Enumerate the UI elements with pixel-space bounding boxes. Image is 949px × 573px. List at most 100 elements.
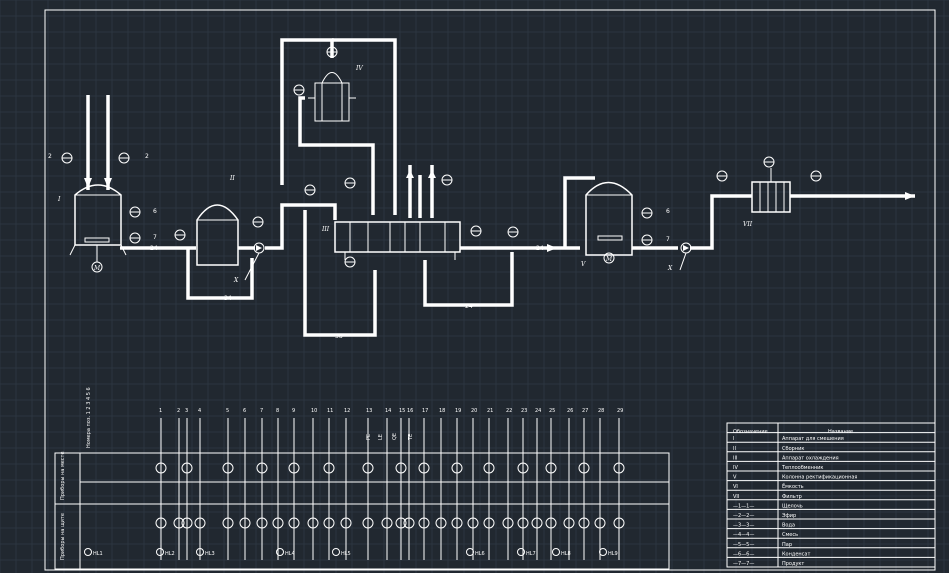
- table-column-number: 28: [598, 408, 604, 414]
- legend-code: VII: [733, 494, 739, 500]
- line-label-24b: 24: [465, 303, 473, 310]
- signal-lamp-label: HL5: [341, 551, 351, 557]
- line-label-2b: 2: [145, 153, 149, 160]
- signal-lamp-icon: [599, 548, 607, 556]
- table-column-number: 20: [471, 408, 477, 414]
- signal-lamp-icon: [466, 548, 474, 556]
- label-pump-1: X: [233, 277, 239, 284]
- signal-mark: LE: [378, 434, 384, 440]
- table-column-number: 26: [567, 408, 573, 414]
- signal-lamp-icon: [552, 548, 560, 556]
- label-V: V: [581, 261, 586, 268]
- label-III: III: [321, 226, 330, 233]
- table-column-number: 6: [243, 408, 246, 414]
- signal-lamp-label: HL4: [285, 551, 295, 557]
- line-label-38: 38: [335, 333, 343, 340]
- legend-name: Теплообменник: [781, 465, 823, 471]
- table-column-number: 9: [292, 408, 295, 414]
- svg-text:M: M: [605, 256, 613, 263]
- legend-name: Щелочь: [782, 503, 803, 509]
- table-column-number: 15: [399, 408, 405, 414]
- legend-code: I: [733, 436, 734, 442]
- legend-code: —2—2—: [733, 513, 754, 519]
- line-label-24c: 24: [536, 245, 544, 252]
- table-column-number: 5: [226, 408, 229, 414]
- table-column-number: 3: [185, 408, 188, 414]
- table-column-number: 1: [159, 408, 162, 414]
- table-column-number: 23: [521, 408, 527, 414]
- signal-lamp-label: HL6: [475, 551, 485, 557]
- table-column-number: 8: [276, 408, 279, 414]
- svg-text:M: M: [93, 265, 101, 272]
- table-column-number: 7: [260, 408, 263, 414]
- label-pump-2: X: [667, 265, 673, 272]
- signal-mark: PE: [366, 434, 372, 440]
- legend-code: —3—3—: [733, 523, 754, 529]
- equipment-filter-VII: VII: [743, 168, 791, 228]
- line-label-34: 34: [224, 295, 232, 302]
- cad-drawing-canvas: M I II X IV III M V X VII 24 34 38 24 24…: [0, 0, 949, 573]
- signal-mark: TE: [408, 434, 414, 441]
- signal-lamp-label: HL3: [205, 551, 215, 557]
- line-label-6b: 6: [666, 208, 670, 215]
- signal-lamp-label: HL7: [526, 551, 536, 557]
- signal-lamp-label: HL8: [561, 551, 571, 557]
- legend-code: —4—4—: [733, 532, 754, 538]
- background-grid: [0, 0, 949, 573]
- table-column-number: 22: [506, 408, 512, 414]
- legend-code: II: [733, 446, 736, 452]
- legend-code: —6—6—: [733, 551, 754, 557]
- legend-table: Обозначение Название I Аппарат для смешен…: [726, 422, 936, 568]
- equipment-heat-exchanger: III: [321, 221, 461, 260]
- equipment-mixer-I: M I: [57, 184, 127, 273]
- legend-name: Колонна ректификационная: [782, 475, 857, 481]
- table-header-numbers: Номера поз. 1 2 3 4 5 6: [86, 387, 92, 448]
- signal-lamp-label: HL1: [93, 551, 103, 557]
- equipment-collector-II: II: [196, 175, 239, 266]
- legend-code: IV: [733, 465, 738, 471]
- line-label-6: 6: [153, 208, 157, 215]
- table-column-number: 27: [582, 408, 588, 414]
- line-label-2: 2: [48, 153, 52, 160]
- legend-name: Ёмкость: [782, 483, 804, 490]
- legend-name: Аппарат для смешения: [782, 436, 844, 442]
- legend-code: —7—7—: [733, 561, 754, 567]
- line-label-24: 24: [150, 245, 158, 252]
- label-IV: IV: [355, 65, 363, 72]
- legend-header-name: Название: [828, 429, 853, 435]
- legend-name: Вода: [782, 523, 795, 529]
- table-column-number: 2: [177, 408, 180, 414]
- legend-name: Эфир: [782, 513, 796, 519]
- table-column-number: 4: [198, 408, 201, 414]
- signal-lamp-label: HL9: [608, 551, 618, 557]
- table-column-number: 12: [344, 408, 350, 414]
- legend-name: Аппарат охлаждения: [782, 455, 839, 461]
- label-VII: VII: [743, 221, 753, 228]
- legend-code: V: [733, 475, 737, 481]
- legend-name: Продукт: [782, 561, 804, 567]
- legend-code: —5—5—: [733, 542, 754, 548]
- signal-lamp-label: HL2: [165, 551, 175, 557]
- legend-code: VI: [733, 484, 738, 490]
- legend-code: —1—1—: [733, 503, 754, 509]
- label-II: II: [229, 175, 235, 182]
- legend-name: Конденсат: [782, 551, 810, 557]
- table-column-number: 14: [385, 408, 391, 414]
- table-column-number: 18: [439, 408, 445, 414]
- legend-name: Пар: [782, 542, 792, 548]
- table-column-number: 17: [422, 408, 428, 414]
- table-column-number: 25: [549, 408, 555, 414]
- signal-lamp-icon: [84, 548, 92, 556]
- label-I: I: [57, 196, 61, 203]
- table-header-panel: Приборы на щите: [60, 513, 66, 560]
- legend-name: Фильтр: [782, 494, 802, 500]
- table-column-number: 29: [617, 408, 623, 414]
- legend-code: III: [733, 455, 737, 461]
- table-column-number: 21: [487, 408, 493, 414]
- signal-mark: QE: [392, 433, 398, 440]
- table-column-number: 10: [311, 408, 317, 414]
- legend-name: Сборник: [782, 446, 804, 452]
- table-column-number: 13: [366, 408, 372, 414]
- line-label-7: 7: [153, 234, 157, 241]
- table-column-number: 19: [455, 408, 461, 414]
